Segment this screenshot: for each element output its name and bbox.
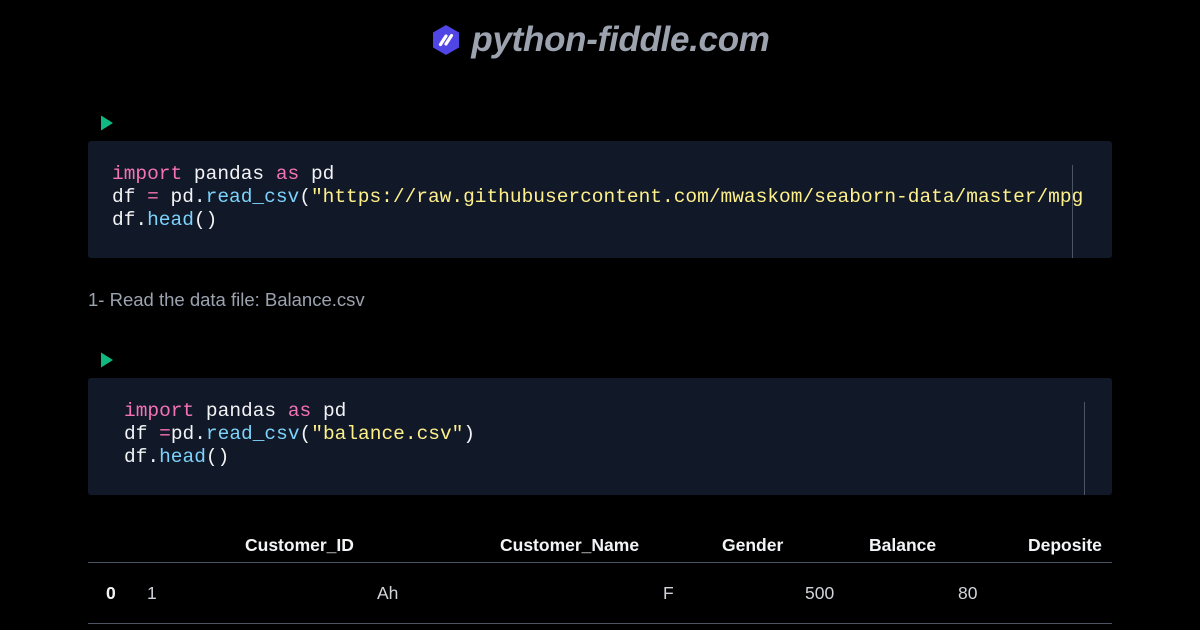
python-fiddle-logo-icon[interactable] [430,24,462,56]
column-header: Customer_Name [500,535,640,555]
code-line: import pandas as pd [112,163,1083,186]
code-token: () [193,209,218,231]
table-cell: F [663,583,674,603]
table-cell: Ah [377,583,399,603]
code-token: df [112,186,148,208]
code-line: df =pd.read_csv("balance.csv") [124,423,475,446]
code-token: head [147,209,194,231]
code-token: pandas [182,163,276,185]
table-header-row: Customer_ID Customer_Name Gender Balance… [88,524,1112,563]
code-token: import [124,400,195,422]
code-token: df [124,423,160,445]
code-token: df. [112,209,148,231]
code-token: pd [299,163,335,185]
editor-scrollbar[interactable] [1072,165,1073,258]
code-line: df.head() [124,446,475,469]
site-name[interactable]: python-fiddle.com [471,20,770,60]
code-token: as [287,400,312,422]
column-header: Deposite [1028,535,1102,555]
code-token: "balance.csv" [311,423,464,445]
code-line: df = pd.read_csv("https://raw.githubuser… [112,186,1083,209]
code-token: head [159,446,206,468]
code-token: df. [124,446,160,468]
code-token: ( [299,186,311,208]
code-token: pd [311,400,347,422]
code-token: pd. [158,186,206,208]
code-token: = [159,423,171,445]
table-cell: 80 [958,583,978,603]
row-index: 0 [106,583,116,603]
code-token: pd. [170,423,206,445]
code-token: ( [299,423,312,445]
code-cell-1[interactable]: import pandas as pd df = pd.read_csv("htt… [88,141,1112,258]
column-header: Customer_ID [245,535,354,555]
code-line: import pandas as pd [124,400,475,423]
column-header: Gender [722,535,784,555]
code-token: "https://raw.githubusercontent.com/mwask… [310,186,1084,208]
table-row: 0 1 Ah F 500 80 [88,563,1112,624]
code-token: () [205,446,230,468]
run-cell-2-button[interactable] [98,351,116,369]
editor-scrollbar[interactable] [1084,402,1085,495]
run-cell-1-button[interactable] [98,114,116,132]
code-token: pandas [194,400,288,422]
code-editor-1[interactable]: import pandas as pd df = pd.read_csv("htt… [112,163,1083,232]
code-line: df.head() [112,209,1083,232]
code-cell-2[interactable]: import pandas as pd df =pd.read_csv("bala… [88,378,1112,495]
code-token: read_csv [205,423,300,445]
code-token: import [112,163,183,185]
code-token: = [147,186,159,208]
code-token: ) [463,423,476,445]
code-token: read_csv [205,186,300,208]
code-token: as [275,163,300,185]
column-header: Balance [869,535,937,555]
table-cell: 500 [805,583,835,603]
markdown-text: 1- Read the data file: Balance.csv [88,289,365,310]
code-editor-2[interactable]: import pandas as pd df =pd.read_csv("bala… [124,400,475,469]
site-header: python-fiddle.com [0,18,1200,62]
dataframe-output-table: Customer_ID Customer_Name Gender Balance… [88,524,1112,624]
table-cell: 1 [147,583,157,603]
